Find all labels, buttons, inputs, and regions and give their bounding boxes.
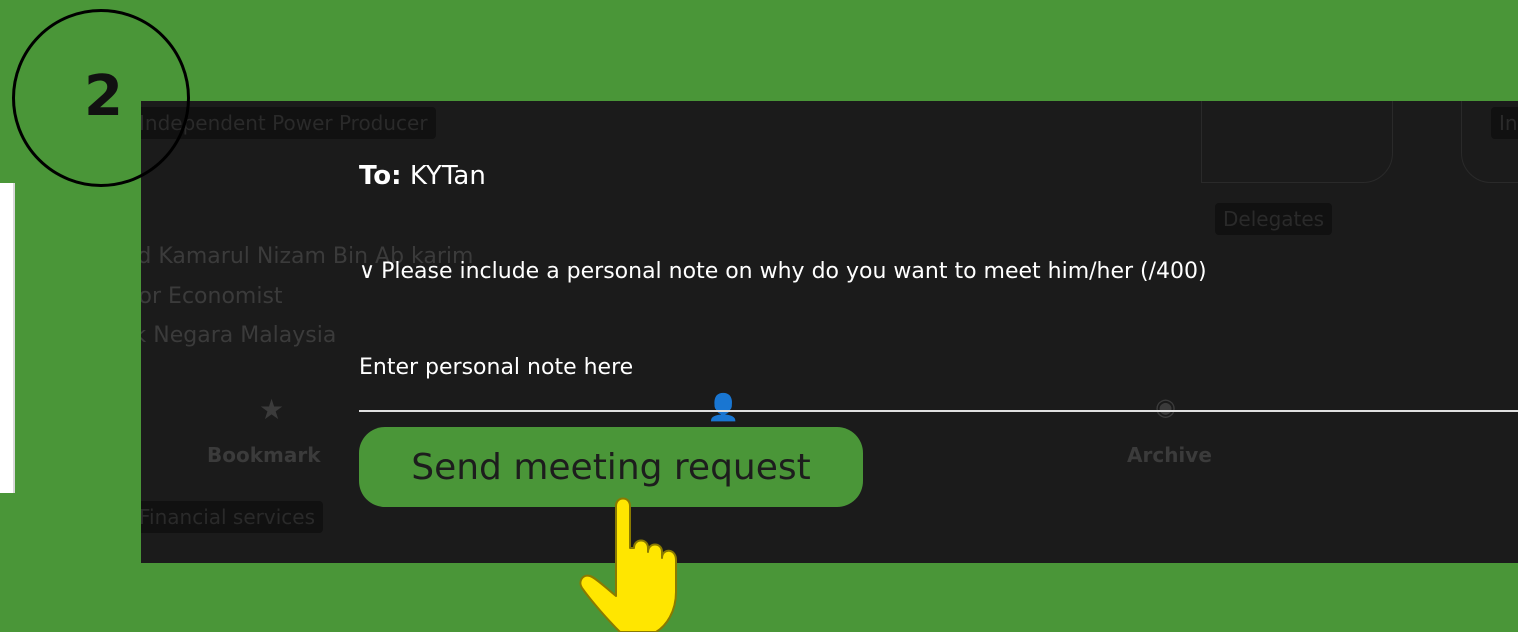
delegates-badge: Delegates (1215, 203, 1333, 235)
background-card-border (1201, 101, 1393, 183)
bookmark-label: Bookmark (207, 443, 321, 467)
step-number: 2 (84, 64, 123, 129)
personal-note-text: Please include a personal note on why do… (381, 259, 1207, 284)
star-icon: ★ (259, 393, 285, 426)
personal-note-label[interactable]: ∨ Please include a personal note on why d… (359, 259, 1207, 284)
background-card-border (1461, 101, 1518, 183)
pointing-hand-icon (579, 497, 677, 632)
meeting-request-dialog: Independent Power Producer In Delegates … (141, 101, 1518, 563)
delegate-title: Senior Economist (141, 284, 283, 309)
personal-note-input[interactable] (359, 319, 1518, 412)
background-side-panel (0, 183, 15, 493)
to-prefix: To: (359, 161, 402, 191)
recipient-name: KYTan (409, 161, 486, 191)
delegate-org: Bank Negara Malaysia (141, 323, 337, 348)
recipient-line: To: KYTan (359, 161, 486, 191)
sector-tag-bottom: Financial services (141, 501, 323, 533)
archive-label: Archive (1127, 443, 1212, 467)
chevron-down-icon[interactable]: ∨ (359, 259, 375, 284)
